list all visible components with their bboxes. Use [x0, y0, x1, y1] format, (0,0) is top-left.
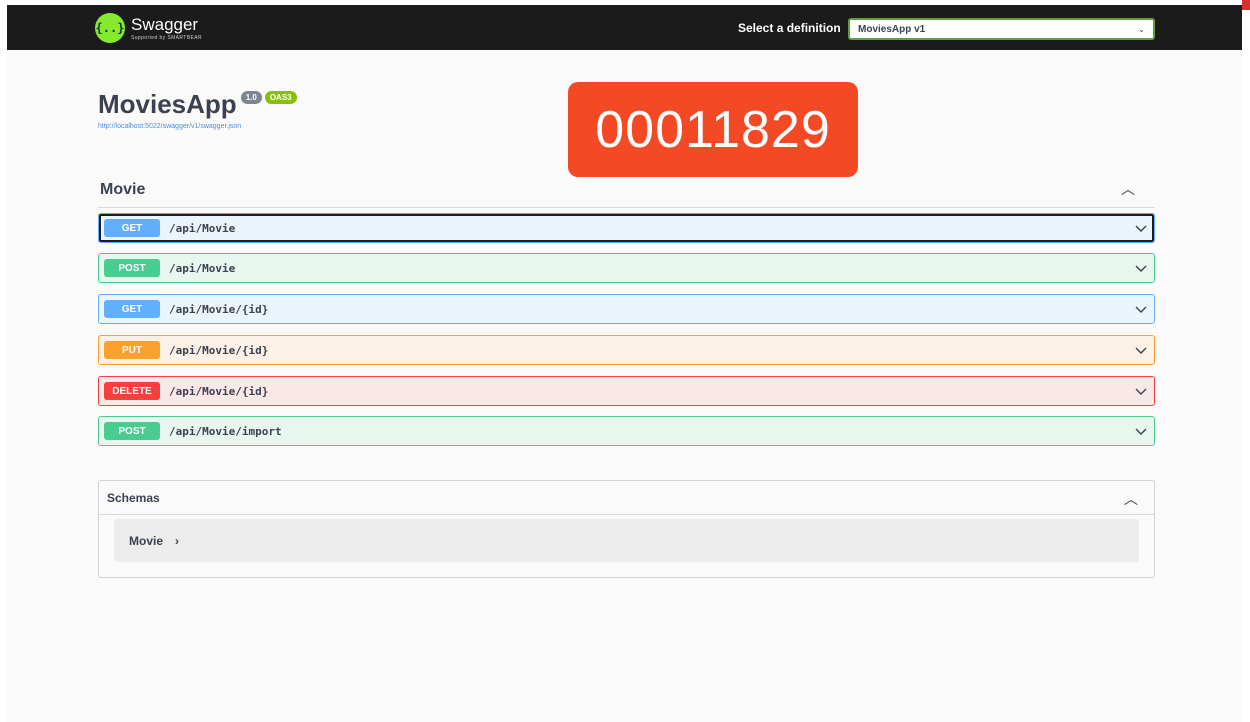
operation-put-movie-by-id[interactable]: PUT /api/Movie/{id}	[98, 335, 1155, 365]
frame-edge-marker	[1242, 0, 1250, 10]
operation-path: /api/Movie	[169, 221, 236, 235]
operation-path: /api/Movie/{id}	[169, 302, 269, 316]
operation-delete-movie-by-id[interactable]: DELETE /api/Movie/{id}	[98, 376, 1155, 406]
frame-edge-left	[0, 0, 7, 722]
chevron-down-icon[interactable]	[1134, 302, 1148, 316]
method-badge: POST	[104, 422, 160, 440]
oas-badge: OAS3	[264, 91, 297, 104]
select-definition-label: Select a definition	[738, 21, 841, 35]
operation-path: /api/Movie/import	[169, 424, 282, 438]
browser-frame: {..} Swagger Supported by SMARTBEAR Sele…	[0, 0, 1250, 722]
operation-get-movie[interactable]: GET /api/Movie	[98, 213, 1155, 243]
operation-post-movie[interactable]: POST /api/Movie	[98, 253, 1155, 283]
method-badge: DELETE	[104, 382, 160, 400]
operation-get-movie-by-id[interactable]: GET /api/Movie/{id}	[98, 294, 1155, 324]
operation-path: /api/Movie/{id}	[169, 384, 269, 398]
definition-select-value: MoviesApp v1	[858, 23, 926, 35]
chevron-down-icon: ⌄	[1138, 24, 1145, 34]
swagger-page: {..} Swagger Supported by SMARTBEAR Sele…	[7, 5, 1242, 722]
operation-path: /api/Movie	[169, 261, 236, 275]
method-badge: GET	[104, 300, 160, 318]
chevron-down-icon[interactable]	[1134, 221, 1148, 235]
swagger-logo-icon: {..}	[95, 13, 125, 43]
operation-path: /api/Movie/{id}	[169, 343, 269, 357]
schemas-header[interactable]: Schemas ︿	[99, 481, 1154, 515]
api-title: MoviesApp	[98, 89, 237, 119]
chevron-down-icon[interactable]	[1134, 261, 1148, 275]
model-name: Movie	[129, 533, 164, 548]
version-badge: 1.0	[240, 91, 262, 104]
chevron-down-icon[interactable]	[1134, 384, 1148, 398]
method-badge: POST	[104, 259, 160, 277]
tag-title: Movie	[100, 181, 146, 198]
chevron-up-icon[interactable]: ︿	[1121, 179, 1135, 199]
spec-url-link[interactable]: http://localhost:5022/swagger/v1/swagger…	[98, 123, 241, 130]
method-badge: PUT	[104, 341, 160, 359]
chevron-up-icon[interactable]: ︿	[1124, 489, 1138, 509]
operation-post-movie-import[interactable]: POST /api/Movie/import	[98, 416, 1155, 446]
schemas-title: Schemas	[107, 491, 160, 505]
chevron-down-icon[interactable]	[1134, 424, 1148, 438]
chevron-down-icon[interactable]	[1134, 343, 1148, 357]
tag-section-header[interactable]: Movie ︿	[98, 175, 1155, 208]
frame-edge-right	[1242, 0, 1250, 722]
top-bar: {..} Swagger Supported by SMARTBEAR Sele…	[7, 5, 1242, 50]
logo-text: Swagger	[131, 14, 199, 34]
swagger-logo[interactable]: {..} Swagger Supported by SMARTBEAR	[95, 13, 202, 43]
chevron-right-icon[interactable]: ›	[175, 534, 179, 548]
api-title-row: MoviesApp 1.0 OAS3	[98, 89, 297, 119]
method-badge: GET	[104, 219, 160, 237]
model-movie[interactable]: Movie ›	[114, 519, 1139, 562]
schemas-section: Schemas ︿ Movie ›	[98, 480, 1155, 578]
id-stamp-overlay: 00011829	[568, 82, 858, 177]
logo-subtext: Supported by SMARTBEAR	[131, 34, 202, 41]
definition-select[interactable]: MoviesApp v1 ⌄	[848, 18, 1155, 40]
